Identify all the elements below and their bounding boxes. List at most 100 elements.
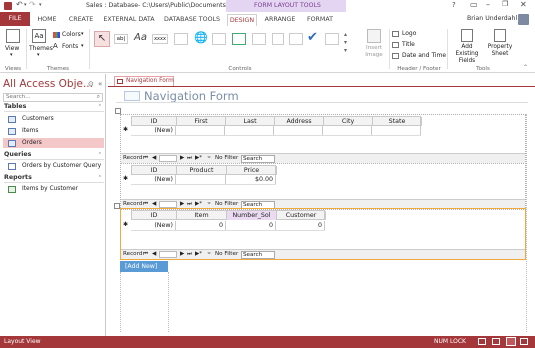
section-queries-header[interactable]: Queries ⌃ bbox=[4, 150, 104, 160]
cell-customer[interactable]: 0 bbox=[276, 221, 325, 230]
add-new-nav-button[interactable]: [Add New] bbox=[120, 261, 168, 272]
column-header[interactable]: ID bbox=[132, 166, 177, 175]
no-filter-label[interactable]: No Filter bbox=[215, 154, 238, 163]
save-icon[interactable] bbox=[4, 2, 12, 10]
first-record-icon[interactable]: ⏮ bbox=[143, 250, 148, 259]
nav-item-orders[interactable]: Orders bbox=[3, 138, 104, 148]
user-name[interactable]: Brian Underdahl bbox=[467, 15, 517, 22]
next-record-icon[interactable]: ▶ bbox=[180, 154, 184, 163]
column-header[interactable]: Product bbox=[177, 166, 227, 175]
restore-icon[interactable]: ❐ bbox=[502, 0, 508, 8]
combo-box-icon[interactable] bbox=[289, 33, 303, 45]
navpane-menu-icon[interactable]: ⊙ bbox=[88, 80, 94, 88]
shutter-bar-icon[interactable]: « bbox=[98, 80, 102, 88]
nav-item-orders-by-customer-query[interactable]: Orders by Customer Query bbox=[8, 161, 104, 171]
column-header[interactable]: Last bbox=[226, 117, 275, 126]
tab-format[interactable]: FORMAT bbox=[303, 14, 337, 26]
redo-icon[interactable]: ↷ bbox=[29, 0, 36, 9]
table-row[interactable]: (New) $0.00 bbox=[131, 175, 276, 185]
tab-file[interactable]: FILE bbox=[0, 12, 30, 26]
column-header[interactable]: Customer bbox=[277, 211, 326, 220]
property-sheet-button[interactable]: Property Sheet bbox=[486, 29, 514, 63]
record-number-input[interactable] bbox=[159, 251, 177, 258]
select-pointer-icon[interactable]: ↖ bbox=[94, 31, 110, 47]
fonts-button[interactable]: A Fonts ▾ bbox=[53, 42, 87, 52]
table-row[interactable]: (New) bbox=[131, 126, 421, 136]
label-icon[interactable]: Aa bbox=[134, 32, 147, 43]
cell-id[interactable]: (New) bbox=[131, 221, 176, 230]
minimize-icon[interactable]: – bbox=[486, 0, 490, 9]
column-header[interactable]: Number_Sol bbox=[227, 211, 277, 220]
nav-item-items-by-customer[interactable]: Items by Customer bbox=[8, 184, 104, 194]
qat-dropdown-icon[interactable]: ▾ bbox=[39, 2, 42, 8]
collapse-ribbon-icon[interactable]: ⌃ bbox=[523, 64, 528, 71]
tab-database-tools[interactable]: DATABASE TOOLS bbox=[160, 14, 224, 26]
logo-button[interactable]: Logo bbox=[392, 30, 442, 39]
column-header[interactable]: State bbox=[373, 117, 422, 126]
nav-item-items[interactable]: Items bbox=[8, 126, 104, 136]
tab-home[interactable]: HOME bbox=[34, 14, 60, 26]
button-icon[interactable]: xxxx bbox=[152, 34, 168, 44]
add-existing-fields-button[interactable]: Add Existing Fields bbox=[450, 29, 484, 64]
first-record-icon[interactable]: ⏮ bbox=[143, 154, 148, 163]
datasheet-view-icon[interactable] bbox=[492, 338, 500, 345]
undo-icon[interactable]: ↶ bbox=[16, 0, 23, 9]
form-title[interactable]: Navigation Form bbox=[144, 89, 239, 103]
avatar[interactable] bbox=[518, 14, 529, 25]
tab-external-data[interactable]: EXTERNAL DATA bbox=[101, 14, 157, 26]
option-group-icon[interactable] bbox=[252, 33, 266, 45]
view-button[interactable]: View ▾ bbox=[4, 29, 22, 59]
column-header[interactable]: Address bbox=[275, 117, 324, 126]
cell-product[interactable] bbox=[176, 175, 226, 184]
colors-button[interactable]: Colors ▾ bbox=[53, 31, 87, 40]
close-icon[interactable]: ✕ bbox=[520, 0, 527, 9]
gallery-scroll-icon[interactable]: ▴ ▾ ▾ bbox=[344, 31, 347, 55]
navpane-title[interactable]: All Access Obje... bbox=[3, 78, 93, 90]
document-tab[interactable]: Navigation Form bbox=[114, 76, 174, 86]
nav-item-customers[interactable]: Customers bbox=[8, 114, 104, 124]
column-header[interactable]: ID bbox=[132, 117, 177, 126]
cell-item[interactable]: 0 bbox=[176, 221, 226, 230]
layout-view-icon[interactable] bbox=[506, 337, 516, 346]
form-view-icon[interactable] bbox=[478, 338, 486, 345]
subform-orders[interactable]: ID Item Number_Sol Customer ✱ (New) 0 0 … bbox=[120, 208, 526, 260]
cell-id[interactable]: (New) bbox=[131, 175, 176, 184]
text-box-icon[interactable]: ab| bbox=[114, 34, 128, 44]
column-header[interactable]: City bbox=[324, 117, 373, 126]
last-record-icon[interactable]: ⏭ bbox=[187, 250, 192, 259]
help-icon[interactable]: ? bbox=[452, 1, 456, 9]
last-record-icon[interactable]: ⏭ bbox=[187, 154, 192, 163]
search-box[interactable]: Search bbox=[241, 155, 275, 163]
cell-number-sold[interactable]: 0 bbox=[226, 221, 276, 230]
column-header[interactable]: Price bbox=[227, 166, 277, 175]
section-reports-header[interactable]: Reports ⌃ bbox=[4, 173, 104, 183]
cell-address[interactable] bbox=[274, 126, 323, 135]
cell-city[interactable] bbox=[323, 126, 372, 135]
cell-last[interactable] bbox=[225, 126, 274, 135]
tab-arrange[interactable]: ARRANGE bbox=[262, 14, 298, 26]
record-number-input[interactable] bbox=[159, 155, 177, 162]
search-box[interactable]: Search bbox=[241, 251, 275, 259]
new-record-icon[interactable]: ▶* bbox=[195, 154, 202, 163]
column-header[interactable]: Item bbox=[177, 211, 227, 220]
page-break-icon[interactable] bbox=[272, 33, 284, 45]
navigation-control-icon[interactable] bbox=[232, 33, 246, 45]
themes-button[interactable]: Aa Themes ▾ bbox=[29, 29, 53, 59]
ribbon-display-icon[interactable]: ▭ bbox=[470, 0, 478, 9]
date-and-time-button[interactable]: Date and Time bbox=[392, 52, 446, 61]
undo-dropdown-icon[interactable]: ▾ bbox=[24, 2, 27, 8]
insert-chart-icon[interactable] bbox=[325, 33, 339, 45]
prev-record-icon[interactable]: ◀ bbox=[152, 154, 156, 163]
next-record-icon[interactable]: ▶ bbox=[180, 250, 184, 259]
web-browser-icon[interactable] bbox=[212, 33, 226, 45]
cell-first[interactable] bbox=[176, 126, 225, 135]
hyperlink-icon[interactable]: 🌐 bbox=[194, 31, 208, 44]
column-header[interactable]: ID bbox=[132, 211, 177, 220]
title-button[interactable]: Title bbox=[392, 41, 442, 50]
table-row[interactable]: (New) 0 0 0 bbox=[131, 221, 325, 231]
cell-id[interactable]: (New) bbox=[131, 126, 176, 135]
navpane-search-input[interactable]: Search... ⌕ bbox=[3, 93, 103, 102]
check-box-icon[interactable]: ✔ bbox=[307, 30, 318, 45]
design-view-icon[interactable] bbox=[520, 338, 528, 345]
new-record-icon[interactable]: ▶* bbox=[195, 250, 202, 259]
